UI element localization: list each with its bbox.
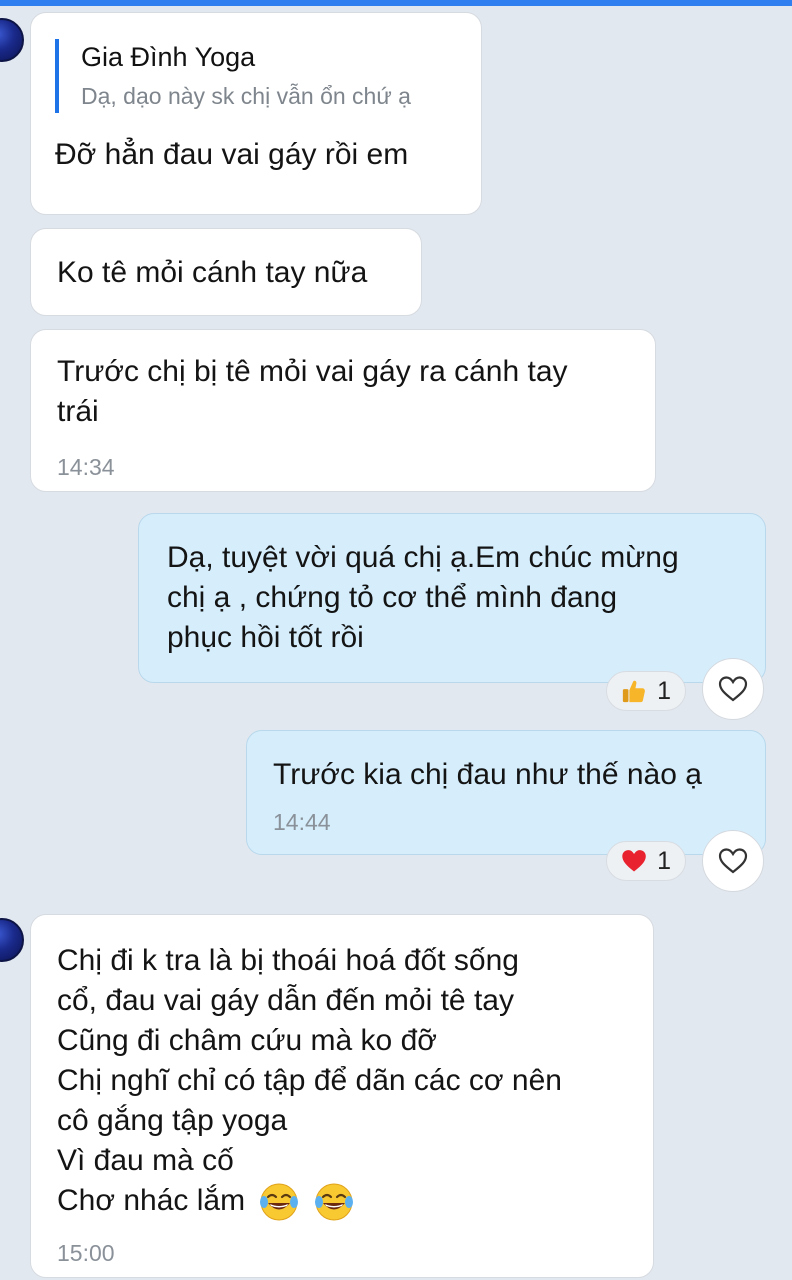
reply-quote-text: Dạ, dạo này sk chị vẫn ổn chứ ạ bbox=[81, 83, 411, 109]
message-line: Dạ, tuyệt vời quá chị ạ.Em chúc mừng bbox=[167, 541, 679, 574]
sender-avatar[interactable] bbox=[0, 18, 24, 62]
message-line: Chị đi k tra là bị thoái hoá đốt sống bbox=[57, 944, 519, 977]
message-line: cổ, đau vai gáy dẫn đến mỏi tê tay bbox=[57, 984, 514, 1017]
message-line: Chị nghĩ chỉ có tập để dãn các cơ nên bbox=[57, 1064, 562, 1097]
red-heart-icon bbox=[622, 850, 646, 872]
reply-quote-sender: Gia Đình Yoga bbox=[81, 42, 256, 72]
message-bubble[interactable]: Chị đi k tra là bị thoái hoá đốt sống cổ… bbox=[30, 914, 654, 1278]
tears-of-joy-icon bbox=[314, 1183, 353, 1221]
message-line: Cũng đi châm cứu mà ko đỡ bbox=[57, 1024, 437, 1057]
message-line-with-emoji: Chơ nhác lắm bbox=[57, 1181, 629, 1222]
message-line: Trước chị bị tê mỏi vai gáy ra cánh tay bbox=[57, 355, 568, 388]
message-timestamp: 15:00 bbox=[57, 1240, 115, 1267]
message-bubble[interactable]: Ko tê mỏi cánh tay nữa bbox=[30, 228, 422, 316]
thumbs-up-icon bbox=[622, 680, 645, 703]
tears-of-joy-icon bbox=[260, 1183, 299, 1221]
react-heart-button[interactable] bbox=[702, 658, 764, 720]
reaction-count: 1 bbox=[657, 676, 671, 705]
message-line: Vì đau mà cố bbox=[57, 1144, 234, 1177]
reaction-summary[interactable]: 1 bbox=[606, 841, 686, 881]
message-timestamp: 14:44 bbox=[273, 809, 331, 835]
top-accent-strip bbox=[0, 0, 792, 6]
message-bubble[interactable]: Dạ, tuyệt vời quá chị ạ.Em chúc mừng chị… bbox=[138, 513, 766, 683]
reaction-summary[interactable]: 1 bbox=[606, 671, 686, 711]
message-line: phục hồi tốt rồi bbox=[167, 621, 364, 654]
react-heart-button[interactable] bbox=[702, 830, 764, 892]
reaction-count: 1 bbox=[657, 846, 671, 875]
message-line: trái bbox=[57, 395, 99, 428]
message-line: Chơ nhác lắm bbox=[57, 1184, 246, 1217]
sender-avatar[interactable] bbox=[0, 918, 24, 962]
message-line: Ko tê mỏi cánh tay nữa bbox=[57, 256, 368, 289]
message-bubble[interactable]: Trước chị bị tê mỏi vai gáy ra cánh tay … bbox=[30, 329, 656, 492]
message-line: chị ạ , chứng tỏ cơ thể mình đang bbox=[167, 581, 618, 614]
heart-outline-icon bbox=[718, 848, 748, 874]
reply-quote[interactable]: Gia Đình Yoga Dạ, dạo này sk chị vẫn ổn … bbox=[55, 39, 457, 113]
message-line: cô gắng tập yoga bbox=[57, 1104, 288, 1137]
message-line: Đỡ hẳn đau vai gáy rồi em bbox=[55, 138, 409, 171]
message-text: Đỡ hẳn đau vai gáy rồi em bbox=[55, 135, 457, 175]
message-timestamp: 14:34 bbox=[57, 454, 115, 480]
message-bubble[interactable]: Trước kia chị đau như thế nào ạ 14:44 bbox=[246, 730, 766, 855]
message-line: Trước kia chị đau như thế nào ạ bbox=[273, 758, 702, 791]
heart-outline-icon bbox=[718, 676, 748, 702]
message-bubble[interactable]: Gia Đình Yoga Dạ, dạo này sk chị vẫn ổn … bbox=[30, 12, 482, 215]
